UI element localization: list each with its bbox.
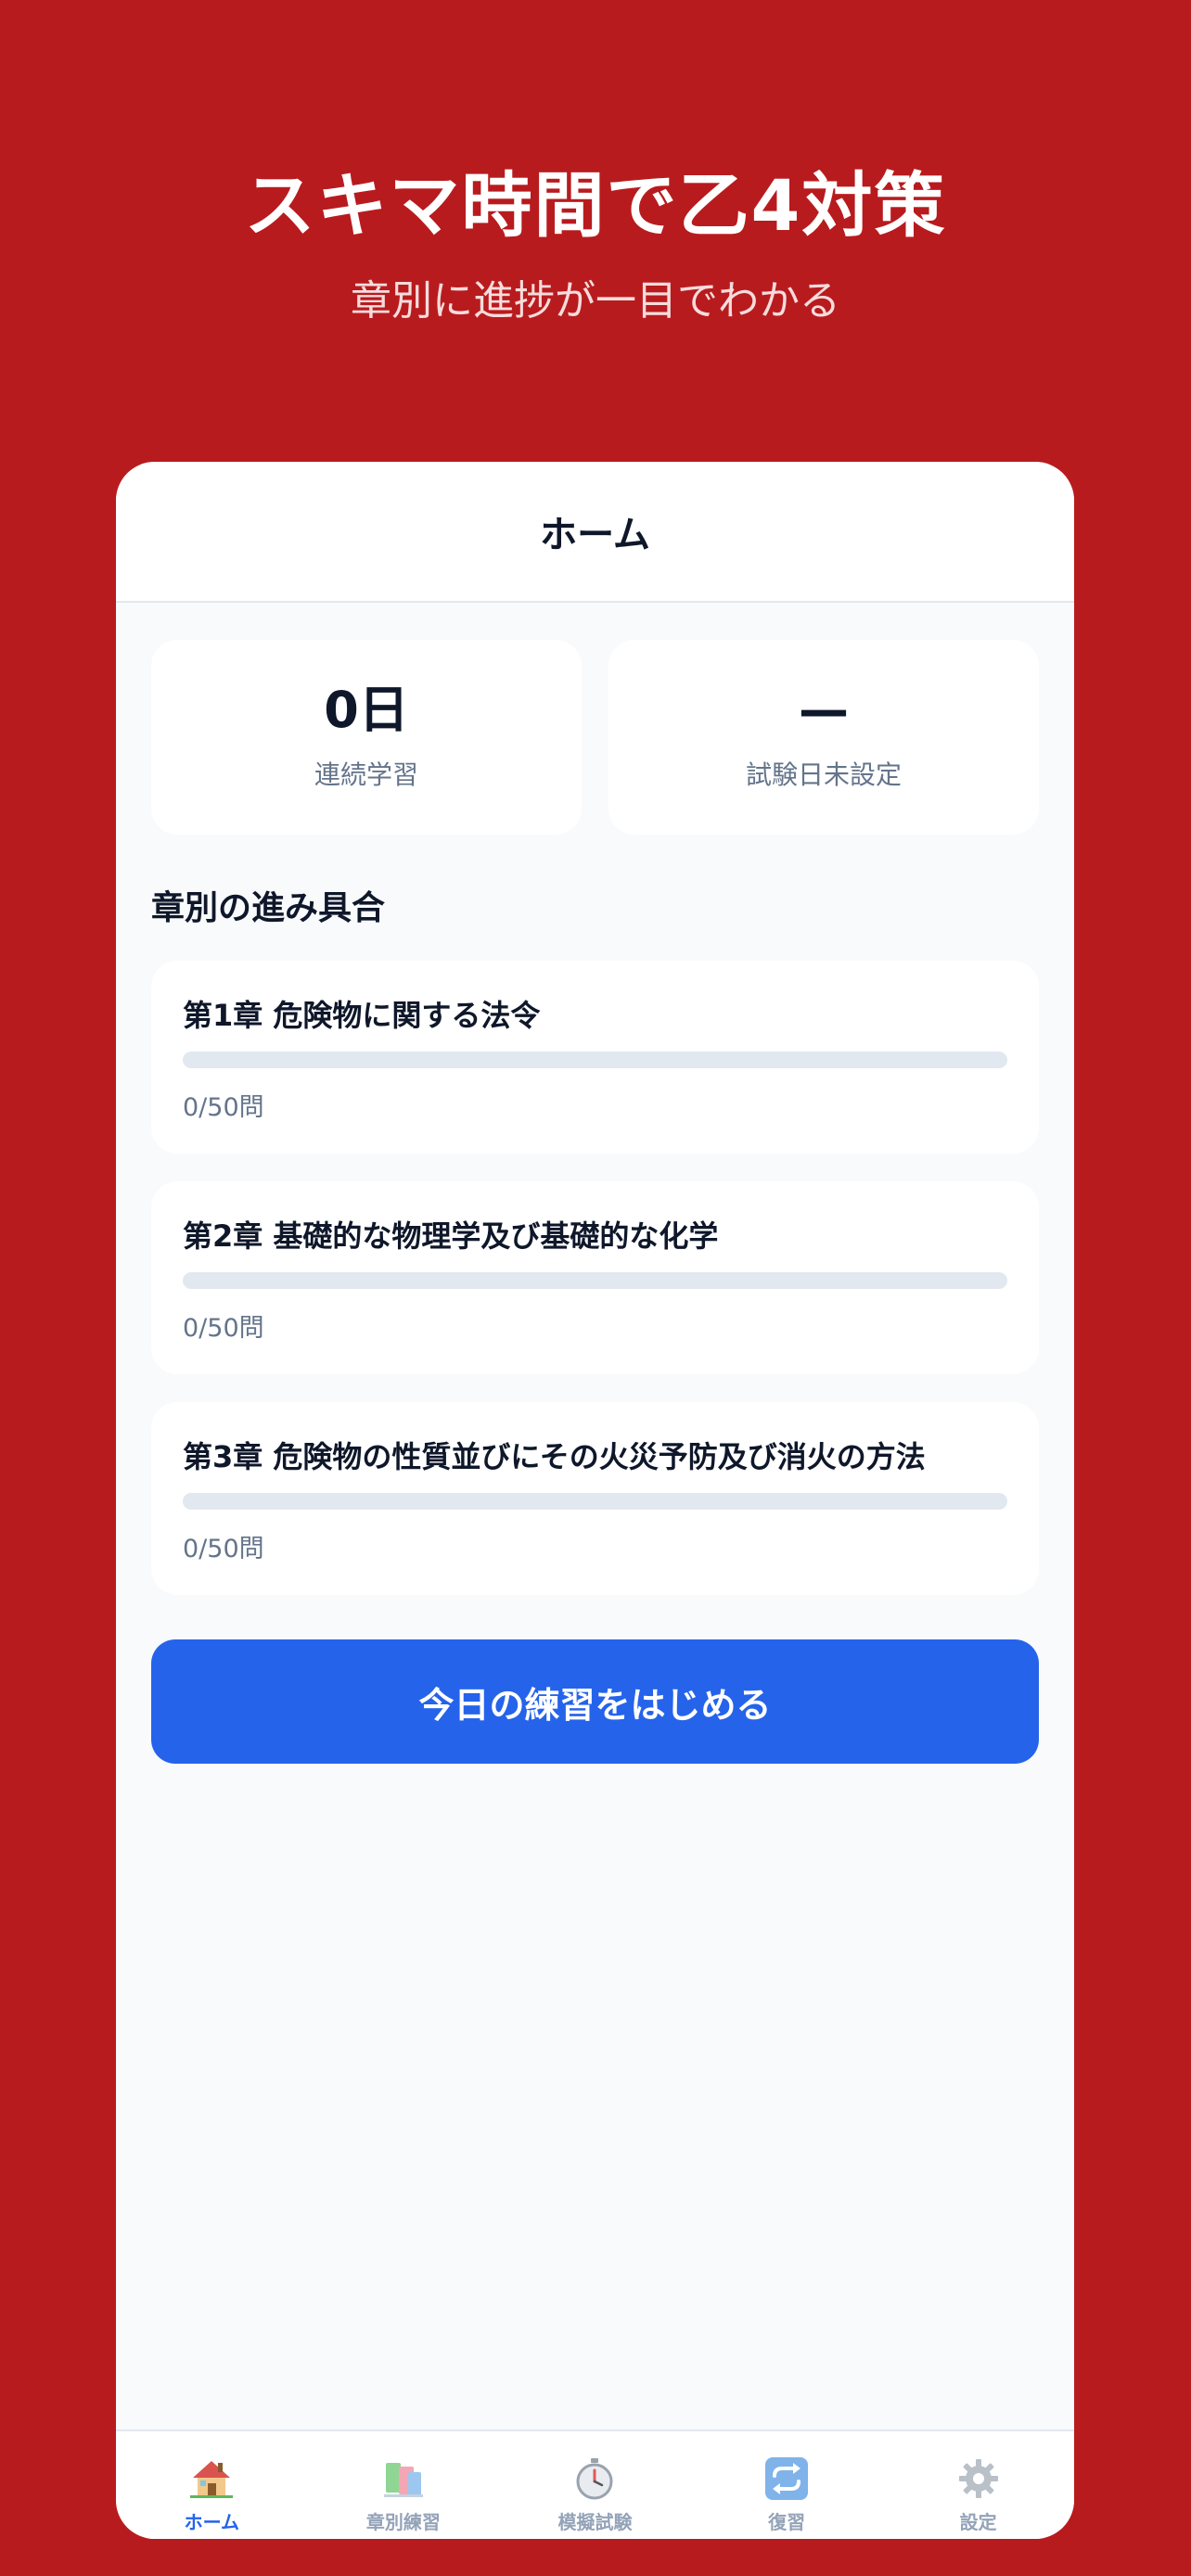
- chapter-card-1[interactable]: 第1章 危険物に関する法令 0/50問: [151, 961, 1039, 1154]
- stopwatch-icon: [576, 2458, 613, 2500]
- tab-home[interactable]: ホーム: [116, 2431, 308, 2539]
- chapter-count: 0/50問: [183, 1535, 264, 1563]
- tab-label: 章別練習: [365, 2511, 441, 2533]
- hero-title: スキマ時間で乙4対策: [244, 164, 947, 247]
- page-title: ホーム: [540, 514, 650, 556]
- tab-review[interactable]: 復習: [691, 2431, 883, 2539]
- gear-icon: [958, 2459, 998, 2498]
- tab-label: ホーム: [184, 2511, 239, 2533]
- chapter-progress-bar: [183, 1052, 1007, 1068]
- exam-date-card[interactable]: — 試験日未設定: [608, 640, 1039, 835]
- house-icon: [190, 2461, 234, 2498]
- books-icon: [383, 2463, 423, 2497]
- repeat-icon: [765, 2457, 809, 2500]
- streak-value: 0日: [324, 681, 409, 740]
- exam-date-value: —: [799, 681, 849, 740]
- chapter-progress-bar: [183, 1272, 1007, 1289]
- chapter-count: 0/50問: [183, 1314, 264, 1343]
- nav-header: ホーム: [116, 462, 1074, 603]
- chapter-title: 第2章 基礎的な物理学及び基礎的な化学: [183, 1218, 719, 1254]
- tab-mock-exam[interactable]: 模擬試験: [499, 2431, 691, 2539]
- chapter-card-3[interactable]: 第3章 危険物の性質並びにその火災予防及び消火の方法 0/50問: [151, 1402, 1039, 1595]
- tab-label: 設定: [959, 2511, 997, 2533]
- streak-label: 連続学習: [314, 759, 418, 790]
- exam-date-label: 試験日未設定: [745, 759, 902, 790]
- section-title: 章別の進み具合: [151, 889, 386, 927]
- chapter-title: 第3章 危険物の性質並びにその火災予防及び消火の方法: [183, 1439, 926, 1474]
- tab-chapter-practice[interactable]: 章別練習: [308, 2431, 500, 2539]
- tab-settings[interactable]: 設定: [882, 2431, 1074, 2539]
- tab-label: 模擬試験: [557, 2511, 633, 2533]
- hero-subtitle: 章別に進捗が一目でわかる: [351, 277, 840, 325]
- chapter-title: 第1章 危険物に関する法令: [183, 998, 541, 1033]
- tab-bar: ホーム 章別練習 模擬試験 復習 設定: [116, 2429, 1074, 2539]
- chapter-progress-bar: [183, 1493, 1007, 1510]
- chapter-count: 0/50問: [183, 1093, 264, 1122]
- start-practice-button[interactable]: 今日の練習をはじめる: [151, 1639, 1039, 1764]
- chapter-card-2[interactable]: 第2章 基礎的な物理学及び基礎的な化学 0/50問: [151, 1181, 1039, 1374]
- tab-label: 復習: [768, 2511, 806, 2533]
- streak-card: 0日 連続学習: [151, 640, 582, 835]
- phone-screen: ホーム 0日 連続学習 — 試験日未設定 章別の進み具合 第1章 危険物に関する…: [116, 462, 1074, 2539]
